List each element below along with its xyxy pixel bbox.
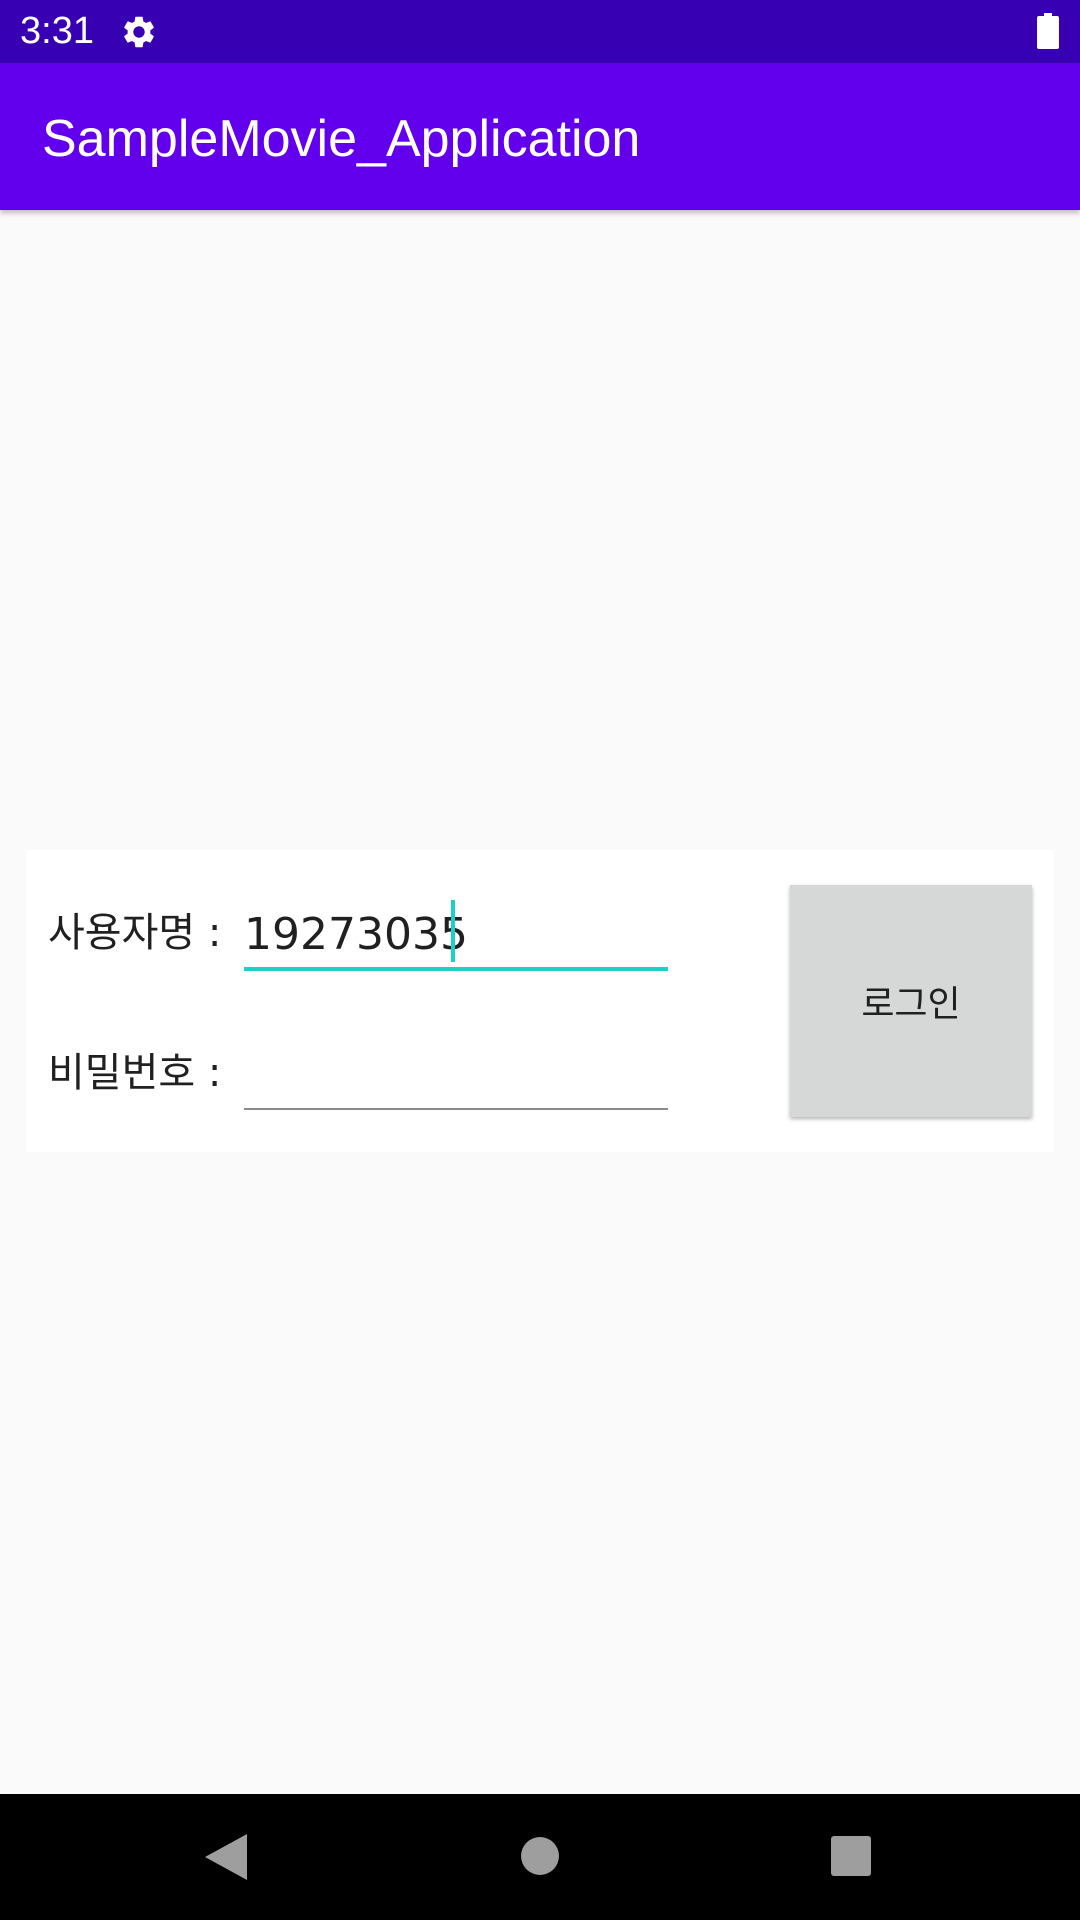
recents-icon[interactable]	[831, 1836, 871, 1876]
password-underline	[244, 1108, 668, 1110]
username-label: 사용자명 :	[48, 910, 222, 956]
password-label: 비밀번호 :	[48, 1050, 222, 1096]
text-cursor	[451, 900, 455, 962]
login-button[interactable]: 로그인	[790, 885, 1032, 1117]
password-input[interactable]	[244, 1042, 668, 1106]
app-bar: SampleMovie_Application	[0, 63, 1080, 210]
home-icon[interactable]	[520, 1836, 560, 1876]
status-bar: 3:31	[0, 0, 1080, 63]
login-panel: 사용자명 : 비밀번호 : 로그인	[26, 850, 1054, 1152]
username-input[interactable]	[244, 902, 668, 966]
username-underline	[244, 967, 668, 971]
battery-icon	[1037, 13, 1059, 49]
navigation-bar	[0, 1794, 1080, 1920]
status-time: 3:31	[20, 10, 94, 52]
app-title: SampleMovie_Application	[42, 110, 641, 168]
gear-icon	[124, 16, 154, 48]
back-icon[interactable]	[205, 1834, 247, 1880]
